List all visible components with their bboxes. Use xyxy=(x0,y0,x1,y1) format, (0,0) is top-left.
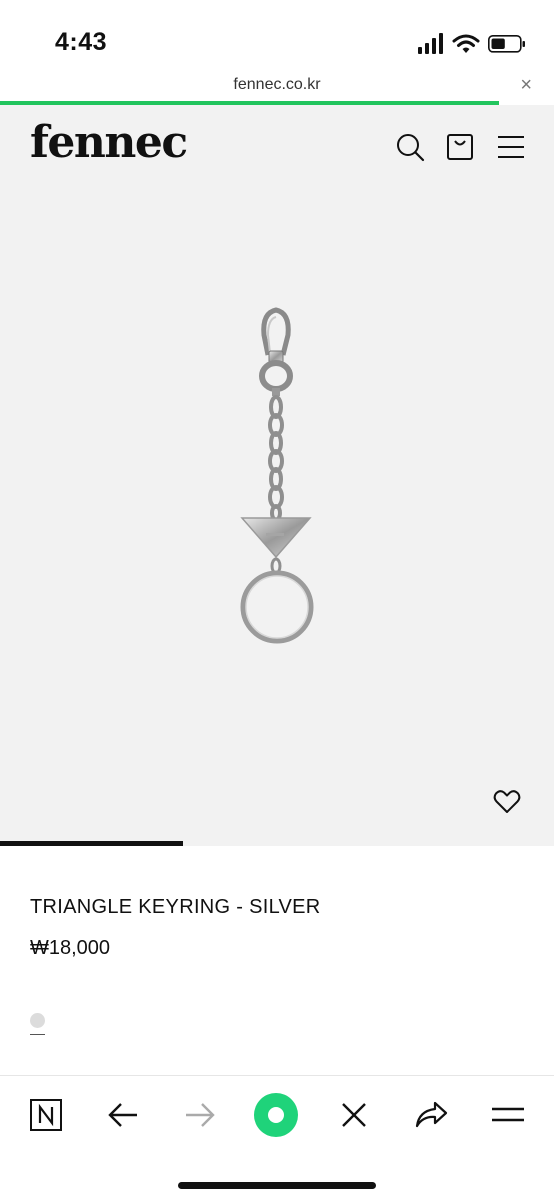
back-arrow-icon[interactable] xyxy=(100,1092,146,1138)
shopping-bag-icon[interactable] xyxy=(444,131,476,163)
wifi-icon xyxy=(452,34,480,53)
color-swatch[interactable] xyxy=(30,1013,45,1028)
status-icons xyxy=(418,33,525,54)
search-icon[interactable] xyxy=(394,131,426,163)
close-icon[interactable]: × xyxy=(520,74,532,97)
swatch-selected-underline xyxy=(30,1034,45,1035)
close-icon[interactable] xyxy=(331,1092,377,1138)
url-text[interactable]: fennec.co.kr xyxy=(0,76,554,94)
heart-icon[interactable] xyxy=(493,789,521,815)
keyring-illustration xyxy=(240,307,314,644)
naver-n-icon[interactable] xyxy=(23,1092,69,1138)
home-indicator[interactable] xyxy=(178,1182,376,1189)
product-image[interactable] xyxy=(0,185,554,843)
battery-icon xyxy=(488,35,525,53)
share-icon[interactable] xyxy=(408,1092,454,1138)
product-price: ₩18,000 xyxy=(30,937,111,959)
signal-icon xyxy=(418,33,443,54)
site-logo[interactable]: fennec xyxy=(30,117,188,168)
menu-icon[interactable] xyxy=(485,1092,531,1138)
menu-icon[interactable] xyxy=(496,131,528,163)
url-bar[interactable]: fennec.co.kr × xyxy=(0,70,554,103)
site-header: fennec xyxy=(0,105,554,185)
forward-arrow-icon[interactable] xyxy=(177,1092,223,1138)
product-title: TRIANGLE KEYRING - SILVER xyxy=(30,896,321,918)
gallery-indicator xyxy=(0,841,183,846)
status-time: 4:43 xyxy=(55,28,108,56)
gallery-scrollbar[interactable] xyxy=(0,841,554,846)
browser-toolbar xyxy=(0,1075,554,1200)
status-bar: 4:43 xyxy=(0,0,554,70)
green-dot-icon[interactable] xyxy=(253,1092,299,1138)
